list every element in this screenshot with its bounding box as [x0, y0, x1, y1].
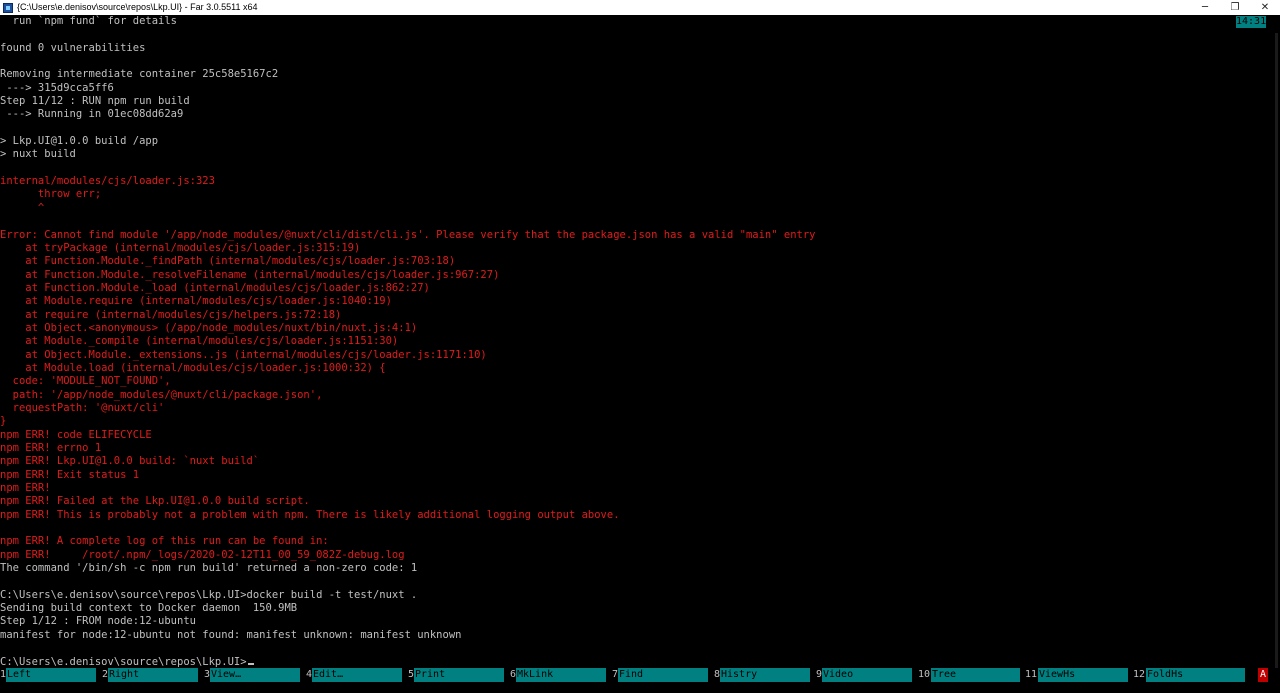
clock: 14:31 — [1236, 16, 1267, 28]
console-line: > nuxt build — [0, 148, 76, 161]
far-manager-icon — [3, 2, 13, 13]
console-line: > Lkp.UI@1.0.0 build /app — [0, 135, 159, 148]
console-line: at Function.Module._findPath (internal/m… — [0, 255, 456, 268]
console-line: found 0 vulnerabilities — [0, 41, 146, 54]
console-line: code: 'MODULE_NOT_FOUND', — [0, 375, 171, 388]
console-line: at Object.<anonymous> (/app/node_modules… — [0, 321, 418, 334]
fkey-label[interactable]: View… — [210, 668, 300, 682]
minimize-button[interactable]: ─ — [1190, 0, 1220, 15]
console-line: Sending build context to Docker daemon 1… — [0, 602, 298, 615]
console-line: internal/modules/cjs/loader.js:323 — [0, 175, 215, 188]
scrollbar-thumb[interactable] — [1275, 33, 1278, 673]
window-controls: ─ ❐ ✕ — [1190, 0, 1280, 15]
console-line: at Module.require (internal/modules/cjs/… — [0, 295, 392, 308]
fkey-label[interactable]: MkLink — [516, 668, 606, 682]
fkey-label[interactable]: Find — [618, 668, 708, 682]
fkey-label[interactable]: FoldHs — [1146, 668, 1245, 682]
console-line: at Function.Module._resolveFilename (int… — [0, 268, 500, 281]
console-line: at Module.load (internal/modules/cjs/loa… — [0, 361, 386, 374]
console-line: at Module._compile (internal/modules/cjs… — [0, 335, 399, 348]
alt-indicator: A — [1258, 668, 1268, 682]
fkey-label[interactable]: Tree — [931, 668, 1020, 682]
console-line: Step 1/12 : FROM node:12-ubuntu — [0, 615, 196, 628]
console-line: npm ERR! Failed at the Lkp.UI@1.0.0 buil… — [0, 495, 310, 508]
title-bar: {C:\Users\e.denisov\source\repos\Lkp.UI}… — [0, 0, 1280, 15]
console-line: at Object.Module._extensions..js (intern… — [0, 348, 487, 361]
fkey-label[interactable]: Print — [414, 668, 504, 682]
fkey-label[interactable]: Left — [6, 668, 96, 682]
console-line: npm ERR! — [0, 482, 51, 495]
console-line: ---> 315d9cca5ff6 — [0, 81, 114, 94]
console-line: Step 11/12 : RUN npm run build — [0, 95, 190, 108]
console-line: C:\Users\e.denisov\source\repos\Lkp.UI>d… — [0, 588, 418, 601]
console-output[interactable]: run `npm fund` for details found 0 vulner… — [0, 15, 1268, 668]
prompt-text: C:\Users\e.denisov\source\repos\Lkp.UI> — [0, 655, 247, 668]
fkey-label[interactable]: ViewHs — [1038, 668, 1128, 682]
console-line: requestPath: '@nuxt/cli' — [0, 401, 165, 414]
console-line: run `npm fund` for details — [0, 15, 178, 27]
console-line: Removing intermediate container 25c58e51… — [0, 68, 279, 81]
fkey-number: 11 — [1025, 669, 1038, 680]
console-line: The command '/bin/sh -c npm run build' r… — [0, 562, 418, 575]
fkey-label[interactable]: Video — [822, 668, 912, 682]
console-line: at Function.Module._load (internal/modul… — [0, 281, 430, 294]
console-line: Error: Cannot find module '/app/node_mod… — [0, 228, 816, 241]
console-line: manifest for node:12-ubuntu not found: m… — [0, 628, 462, 641]
fkey-label[interactable]: Histry — [720, 668, 810, 682]
window-title: {C:\Users\e.denisov\source\repos\Lkp.UI}… — [17, 2, 258, 12]
console-line: npm ERR! errno 1 — [0, 442, 102, 454]
console-line: throw err; — [0, 188, 102, 201]
far-manager-window: {C:\Users\e.denisov\source\repos\Lkp.UI}… — [0, 0, 1280, 693]
scrollbar-track[interactable]: ↑ — [1268, 15, 1280, 680]
console-line: at require (internal/modules/cjs/helpers… — [0, 308, 342, 321]
restore-button[interactable]: ❐ — [1220, 0, 1250, 15]
console-line: } — [0, 415, 7, 428]
fkey-number: 10 — [918, 669, 931, 680]
text-cursor — [247, 662, 254, 665]
console-line: npm ERR! code ELIFECYCLE — [0, 428, 152, 441]
console-line: ---> Running in 01ec08dd62a9 — [0, 108, 184, 121]
fkey-number: 12 — [1133, 669, 1146, 680]
console-line: npm ERR! This is probably not a problem … — [0, 508, 620, 521]
console-line: npm ERR! Lkp.UI@1.0.0 build: `nuxt build… — [0, 455, 260, 468]
console-line: ^ — [0, 201, 45, 214]
console-line: path: '/app/node_modules/@nuxt/cli/packa… — [0, 388, 323, 401]
bottom-strip — [0, 682, 1280, 693]
console-line: npm ERR! Exit status 1 — [0, 468, 140, 481]
fkey-label[interactable]: Right — [108, 668, 198, 682]
console-line: at tryPackage (internal/modules/cjs/load… — [0, 241, 361, 254]
close-button[interactable]: ✕ — [1250, 0, 1280, 15]
function-key-bar: 1 Left 2 Right 3 View… 4 Edit… 5 Print 6 MkLink 7 Fin… — [0, 668, 1280, 682]
fkey-label[interactable]: Edit… — [312, 668, 402, 682]
console-line: npm ERR! A complete log of this run can … — [0, 535, 329, 548]
command-prompt[interactable]: C:\Users\e.denisov\source\repos\Lkp.UI> — [0, 656, 1268, 669]
console-line: npm ERR! /root/.npm/_logs/2020-02-12T11_… — [0, 548, 405, 561]
